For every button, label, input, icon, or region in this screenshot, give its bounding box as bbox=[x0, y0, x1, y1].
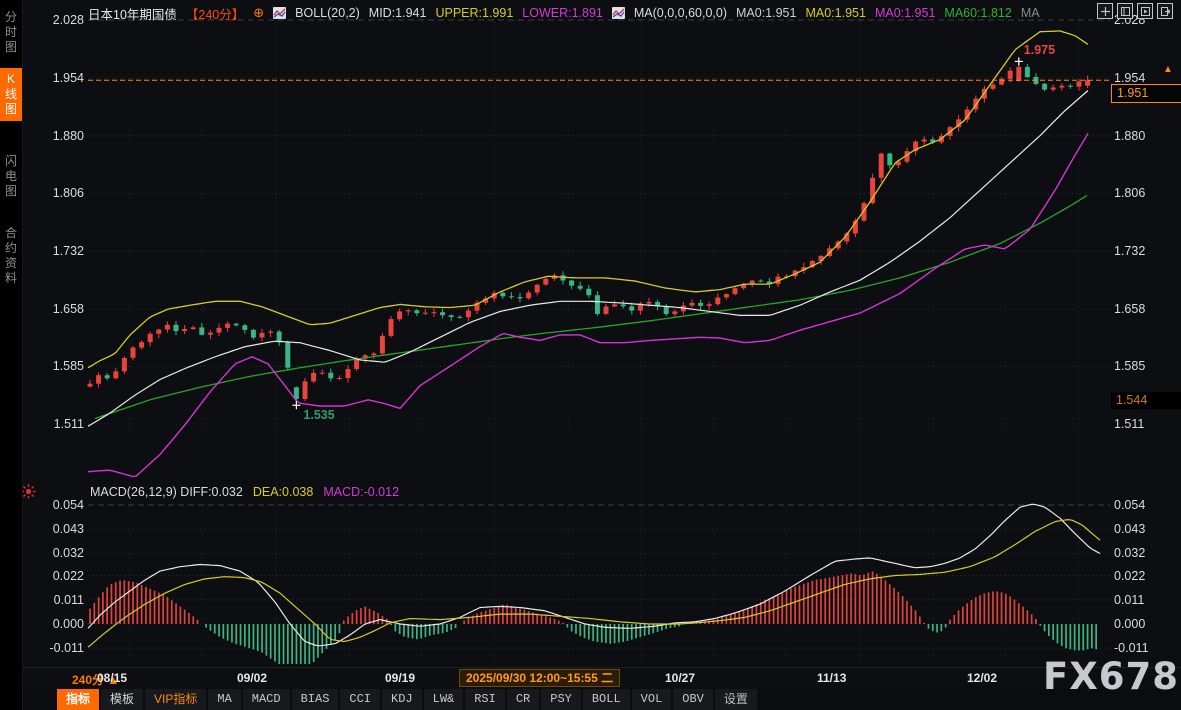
last-price-box: 1.951 bbox=[1111, 84, 1181, 103]
toolbar-btn-BIAS[interactable]: BIAS bbox=[292, 689, 339, 710]
price-tick-right-2: 1.880 bbox=[1114, 129, 1145, 143]
last-price-arrow-icon: ▲ bbox=[1163, 64, 1173, 75]
boll-lower-value: LOWER:1.891 bbox=[522, 6, 603, 20]
high-price-annotation: 1.975 bbox=[1024, 43, 1055, 57]
low-price-annotation: 1.535 bbox=[303, 408, 334, 422]
toolbar-btn-指标[interactable]: 指标 bbox=[57, 689, 99, 710]
macd-tick-left-6: -0.011 bbox=[28, 641, 84, 655]
indicator-toolbar: 指标模板VIP指标MAMACDBIASCCIKDJLW&RSICRPSYBOLL… bbox=[0, 689, 1181, 710]
toolbar-btn-KDJ[interactable]: KDJ bbox=[382, 689, 422, 710]
macd-tick-left-3: 0.022 bbox=[28, 569, 84, 583]
date-label-4: 10/27 bbox=[665, 671, 695, 685]
boll-mid-value: MID:1.941 bbox=[369, 6, 427, 20]
price-tick-right-6: 1.585 bbox=[1114, 359, 1145, 373]
macd-hist-value: MACD:-0.012 bbox=[323, 485, 399, 499]
sidebar-tab-3[interactable]: 闪 电 图 bbox=[0, 150, 22, 203]
chart-svg bbox=[0, 0, 1181, 710]
macd-legend: MACD(26,12,9) DIFF:0.032 DEA:0.038 MACD:… bbox=[90, 485, 399, 499]
price-tick-left-6: 1.585 bbox=[28, 359, 84, 373]
sidebar-tab-1[interactable]: 分 时 图 bbox=[0, 6, 22, 59]
macd-tick-right-5: 0.000 bbox=[1114, 617, 1145, 631]
ma-values: MA0:1.951 MA0:1.951 MA0:1.951 MA60:1.812 MA bbox=[736, 6, 1040, 20]
zoom-in-icon[interactable]: ⊕ bbox=[253, 5, 264, 21]
macd-tick-left-1: 0.043 bbox=[28, 522, 84, 536]
fx678-watermark: FX678 bbox=[1043, 655, 1179, 698]
toolbar-btn-设置[interactable]: 设置 bbox=[715, 689, 757, 710]
price-tick-right-5: 1.658 bbox=[1114, 302, 1145, 316]
price-tick-left-0: 2.028 bbox=[28, 13, 84, 27]
ma-indicator-icon[interactable] bbox=[612, 7, 625, 19]
price-tick-right-3: 1.806 bbox=[1114, 186, 1145, 200]
price-tick-right-4: 1.732 bbox=[1114, 244, 1145, 258]
toolbar-btn-MACD[interactable]: MACD bbox=[243, 689, 290, 710]
toolbar-btn-PSY[interactable]: PSY bbox=[541, 689, 581, 710]
macd-tick-left-4: 0.011 bbox=[28, 593, 84, 607]
toolbar-btn-LW&[interactable]: LW& bbox=[424, 689, 464, 710]
high-marker bbox=[1015, 57, 1023, 65]
macd-tick-right-1: 0.043 bbox=[1114, 522, 1145, 536]
macd-histogram bbox=[89, 571, 1097, 664]
macd-dea-value: DEA:0.038 bbox=[253, 485, 313, 499]
sidebar-tab-4[interactable]: 合 约 资 料 bbox=[0, 222, 22, 290]
price-tick-right-1: 1.954 bbox=[1114, 71, 1145, 85]
date-label-3: 09/19 bbox=[385, 671, 415, 685]
date-label-2: 09/02 bbox=[237, 671, 267, 685]
price-tick-left-4: 1.732 bbox=[28, 244, 84, 258]
toolbar-btn-模板[interactable]: 模板 bbox=[101, 689, 143, 710]
boll-label: BOLL(20,2) bbox=[295, 6, 360, 20]
macd-tick-left-5: 0.000 bbox=[28, 617, 84, 631]
panel-play-icon[interactable] bbox=[1137, 3, 1153, 19]
ma-value-1: MA0:1.951 bbox=[736, 6, 796, 20]
sidebar-tab-2[interactable]: K 线 图 bbox=[0, 68, 22, 121]
ma-value-2: MA0:1.951 bbox=[805, 6, 865, 20]
macd-tick-left-2: 0.032 bbox=[28, 546, 84, 560]
candles bbox=[88, 61, 1091, 405]
crosshair-icon[interactable] bbox=[1097, 3, 1113, 19]
macd-tick-left-0: 0.054 bbox=[28, 498, 84, 512]
indicator-burst-icon[interactable] bbox=[21, 484, 36, 499]
low-price-box: 1.544 bbox=[1111, 392, 1181, 409]
date-label-6: 12/02 bbox=[967, 671, 997, 685]
date-label-1: 08/15 bbox=[97, 671, 127, 685]
macd-tick-right-2: 0.032 bbox=[1114, 546, 1145, 560]
macd-diff-value: MACD(26,12,9) DIFF:0.032 bbox=[90, 485, 243, 499]
toolbar-btn-VIP指标[interactable]: VIP指标 bbox=[145, 689, 206, 710]
macd-tick-right-0: 0.054 bbox=[1114, 498, 1145, 512]
macd-tick-right-4: 0.011 bbox=[1114, 593, 1144, 607]
price-tick-left-2: 1.880 bbox=[28, 129, 84, 143]
instrument-title: 日本10年期国债 bbox=[88, 4, 177, 23]
price-tick-right-7: 1.511 bbox=[1114, 417, 1144, 431]
boll-upper-value: UPPER:1.991 bbox=[435, 6, 513, 20]
toolbar-btn-CR[interactable]: CR bbox=[507, 689, 539, 710]
chart-canvas[interactable] bbox=[0, 0, 1181, 710]
macd-tick-right-6: -0.011 bbox=[1114, 641, 1149, 655]
toolbar-btn-CCI[interactable]: CCI bbox=[340, 689, 380, 710]
panel-left-icon[interactable] bbox=[1117, 3, 1133, 19]
price-tick-left-5: 1.658 bbox=[28, 302, 84, 316]
price-tick-left-7: 1.511 bbox=[28, 417, 84, 431]
toolbar-btn-MA[interactable]: MA bbox=[208, 689, 240, 710]
toolbar-btn-VOL[interactable]: VOL bbox=[632, 689, 672, 710]
price-tick-left-3: 1.806 bbox=[28, 186, 84, 200]
toolbar-btn-OBV[interactable]: OBV bbox=[673, 689, 713, 710]
indicator-legend-bar: 日本10年期国债 【240分】 ⊕ BOLL(20,2) MID:1.941 U… bbox=[88, 4, 1040, 22]
ma-value-4: MA60:1.812 bbox=[944, 6, 1011, 20]
overlay-lines bbox=[88, 31, 1088, 476]
time-axis: 240分 ▲ 2025/09/30 12:00~15:55 二 08/1509/… bbox=[0, 667, 1181, 689]
highlighted-time-range[interactable]: 2025/09/30 12:00~15:55 二 bbox=[459, 669, 620, 687]
ma-value-5: MA bbox=[1021, 6, 1040, 20]
boll-indicator-icon[interactable] bbox=[273, 7, 286, 19]
date-label-5: 11/13 bbox=[817, 671, 846, 685]
period-label: 【240分】 bbox=[186, 4, 244, 23]
macd-tick-right-3: 0.022 bbox=[1114, 569, 1145, 583]
panel-out-icon[interactable] bbox=[1157, 3, 1173, 19]
window-layout-icons bbox=[1097, 3, 1173, 19]
trading-app-window: 分 时 图 K 线 图闪 电 图合 约 资 料 日本10年期国债 【240分】 ⊕… bbox=[0, 0, 1181, 710]
ma-label: MA(0,0,0,60,0,0) bbox=[634, 6, 727, 20]
ma-value-3: MA0:1.951 bbox=[875, 6, 935, 20]
toolbar-btn-BOLL[interactable]: BOLL bbox=[583, 689, 630, 710]
price-tick-left-1: 1.954 bbox=[28, 71, 84, 85]
chart-type-sidebar: 分 时 图 K 线 图闪 电 图合 约 资 料 bbox=[0, 0, 23, 710]
toolbar-btn-RSI[interactable]: RSI bbox=[465, 689, 505, 710]
